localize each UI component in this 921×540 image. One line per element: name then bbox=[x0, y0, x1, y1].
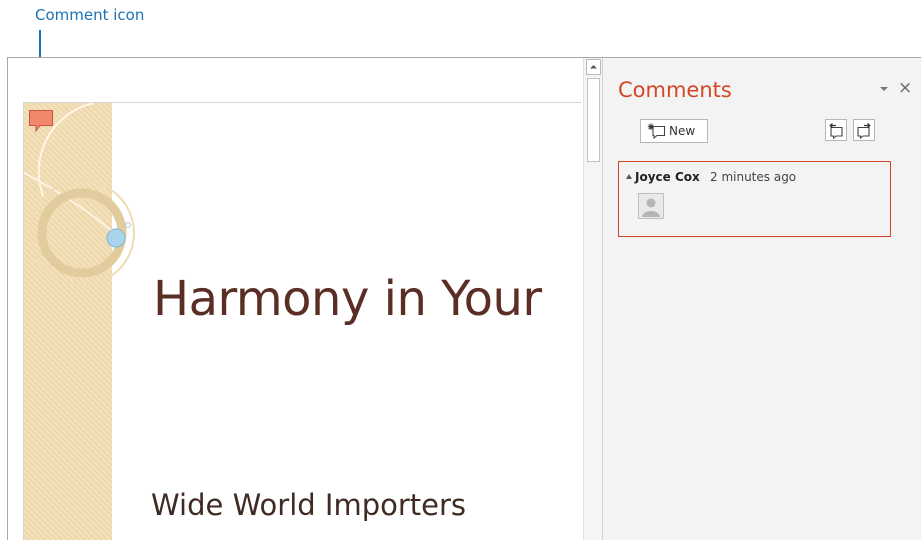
comments-pane-title: Comments bbox=[618, 78, 732, 102]
comment-card[interactable]: Joyce Cox 2 minutes ago bbox=[618, 161, 891, 237]
comment-author: Joyce Cox bbox=[635, 170, 700, 184]
new-comment-icon bbox=[647, 123, 666, 139]
pane-options-icon[interactable] bbox=[879, 84, 889, 94]
chevron-up-icon bbox=[590, 65, 597, 69]
new-comment-button[interactable]: New bbox=[640, 119, 708, 143]
comment-marker-icon[interactable] bbox=[28, 108, 54, 134]
next-comment-button[interactable] bbox=[853, 119, 875, 141]
previous-comment-icon bbox=[829, 123, 843, 139]
previous-comment-button[interactable] bbox=[825, 119, 847, 141]
slide[interactable]: Harmony in Your Wide World Importers bbox=[24, 103, 581, 540]
powerpoint-window: Harmony in Your Wide World Importers Com… bbox=[7, 57, 921, 540]
close-icon[interactable]: × bbox=[898, 80, 912, 97]
collapse-toggle-icon[interactable] bbox=[626, 174, 632, 179]
scroll-thumb[interactable] bbox=[587, 78, 600, 162]
scroll-up-button[interactable] bbox=[586, 59, 601, 75]
slide-editing-area: Harmony in Your Wide World Importers bbox=[8, 58, 581, 540]
user-placeholder-icon bbox=[639, 194, 663, 218]
slide-subtitle[interactable]: Wide World Importers bbox=[151, 488, 466, 522]
avatar bbox=[638, 193, 664, 219]
comment-timestamp: 2 minutes ago bbox=[710, 170, 797, 184]
slide-decorative-circles bbox=[24, 103, 135, 286]
slide-title[interactable]: Harmony in Your bbox=[153, 271, 542, 327]
callout-label: Comment icon bbox=[35, 6, 145, 24]
comments-pane: Comments × New Joyce Cox 2 minutes ago bbox=[603, 58, 921, 540]
new-comment-label: New bbox=[669, 124, 696, 138]
vertical-scrollbar[interactable] bbox=[583, 58, 602, 540]
next-comment-icon bbox=[857, 123, 871, 139]
